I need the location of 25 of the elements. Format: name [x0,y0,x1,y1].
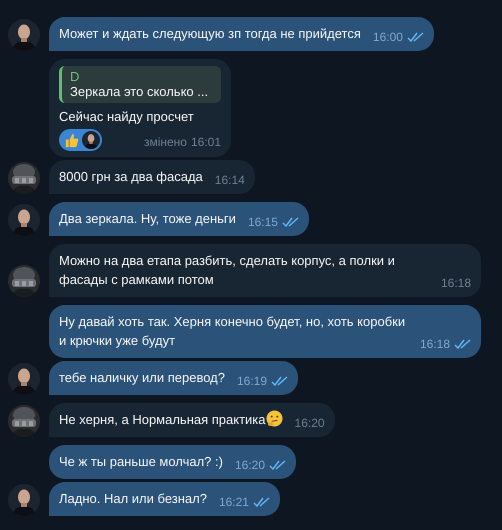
message-text: Ладно. Нал или безнал? [59,491,207,506]
message-time: 16:20 [294,415,325,432]
message-time: 16:01 [190,134,221,151]
message-text: тебе наличку или перевод? [59,370,225,385]
message-text: Можно на два етапа разбить, сделать корпус, а полки и фасады с рамками потом [59,253,395,287]
message-time: 16:21 [218,494,249,511]
message-time: 16:18 [440,275,471,292]
message-text: Может и ждать следующую зп тогда не прийдется [59,26,361,41]
message-time: 16:15 [248,214,278,231]
message-text: Ну давай хоть так. Херня конечно будет, но, хоть коробки и крючки уже будут [59,314,406,348]
message-text: Че ж ты раньше молчал? :) [59,454,223,469]
reaction-chip[interactable] [59,129,102,151]
message-text: 8000 грн за два фасада [59,169,203,184]
reply-text: Зеркала это сколько ... [70,84,210,100]
edited-label: змінено [144,134,187,151]
reply-author: D [70,69,80,84]
message-text: Сейчас найду просчет [59,108,195,126]
message-text: Не херня, а Нормальная практика [59,412,266,427]
message-time: 16:19 [236,373,268,390]
message-time: 16:00 [372,29,403,46]
message-text: Два зеркала. Ну, тоже деньги [59,211,236,226]
message-time: 16:14 [214,172,245,189]
message-time: 16:18 [420,336,450,353]
thumbs-up-icon [64,132,79,148]
message-time: 16:20 [234,457,265,474]
